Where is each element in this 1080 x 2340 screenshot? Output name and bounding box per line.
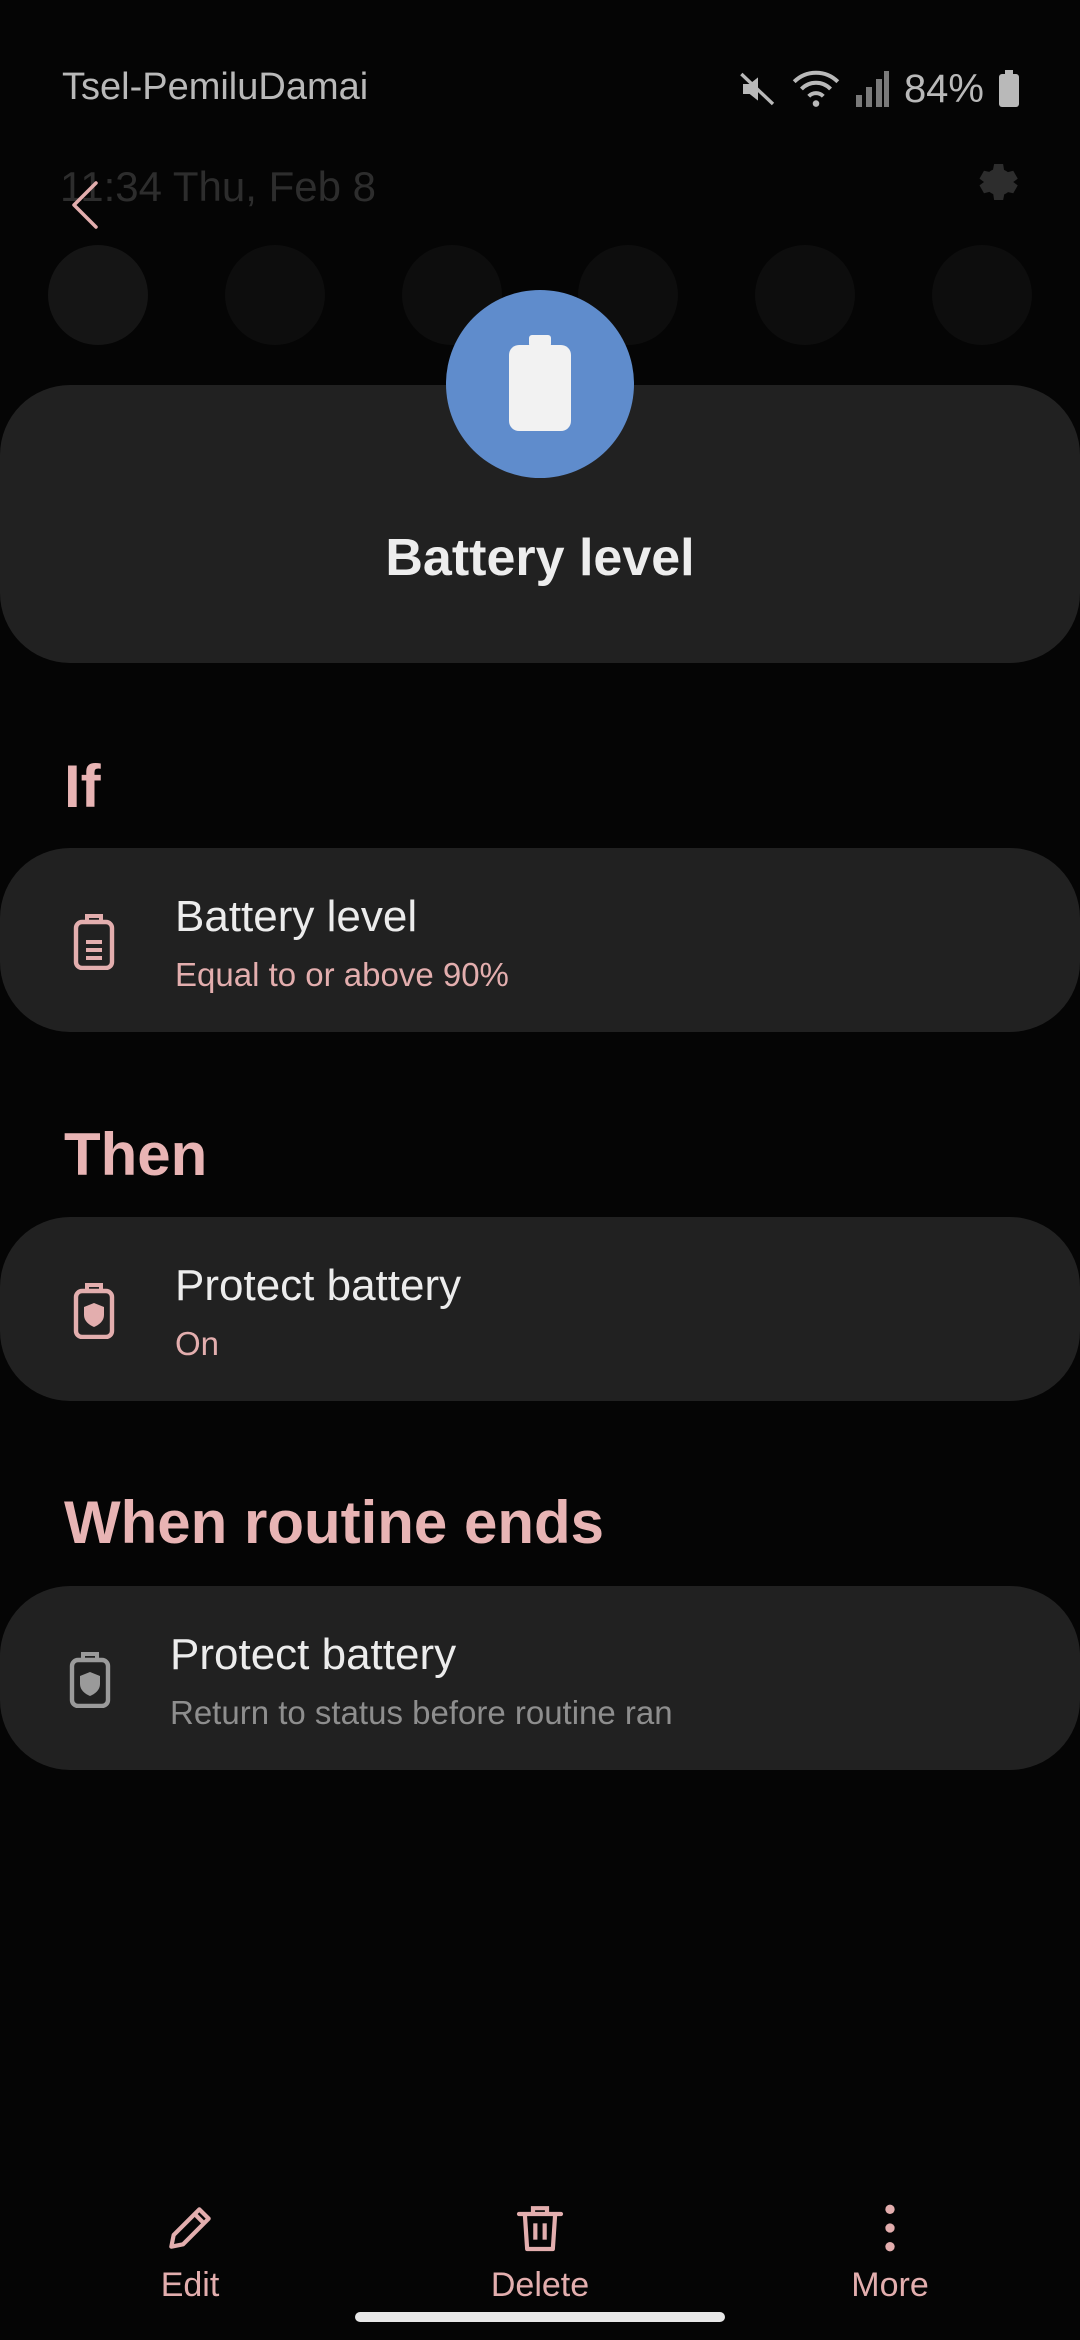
routine-ends-card-title: Protect battery (170, 1630, 457, 1679)
then-action-card[interactable]: Protect battery On (0, 1217, 1080, 1401)
wifi-icon (792, 70, 840, 107)
battery-percent: 84% (903, 66, 984, 111)
routine-title: Battery level (385, 529, 695, 587)
if-card-title: Battery level (175, 892, 418, 941)
more-label: More (851, 2266, 929, 2304)
mute-icon (740, 72, 775, 106)
then-card-title: Protect battery (175, 1261, 462, 1310)
routine-ends-card-subtitle: Return to status before routine ran (170, 1694, 673, 1731)
status-bar: Tsel-PemiluDamai 84% (0, 0, 1080, 130)
routine-ends-section-heading: When routine ends (64, 1489, 604, 1556)
battery-icon (999, 70, 1019, 107)
background-quick-panel: 11:34 Thu, Feb 8 (60, 155, 1020, 215)
protect-battery-icon (69, 1652, 111, 1708)
battery-level-icon (73, 914, 115, 970)
more-vertical-icon (885, 2204, 895, 2252)
trash-icon (516, 2206, 564, 2252)
battery-icon (509, 335, 571, 431)
home-indicator[interactable] (355, 2312, 725, 2322)
routine-icon (446, 290, 634, 478)
bluetooth-toggle-ghost (755, 245, 856, 345)
if-section-heading: If (64, 753, 101, 820)
if-condition-card[interactable]: Battery level Equal to or above 90% (0, 848, 1080, 1032)
status-icons: 84% (738, 64, 1020, 114)
routine-ends-card[interactable]: Protect battery Return to status before … (0, 1586, 1080, 1770)
carrier-name: Tsel-PemiluDamai (62, 66, 369, 108)
routine-detail-screen: Tsel-PemiluDamai 84% 11:34 Thu, Feb 8 Ba… (0, 0, 1080, 2340)
if-card-subtitle: Equal to or above 90% (175, 956, 509, 993)
pencil-icon (169, 2207, 211, 2249)
edit-label: Edit (160, 2266, 220, 2304)
wifi-toggle-ghost (48, 245, 148, 345)
sound-toggle-ghost (931, 245, 1032, 345)
then-card-subtitle: On (175, 1325, 220, 1362)
more-button[interactable]: More (770, 2200, 1010, 2310)
signal-icon (855, 71, 889, 107)
data-toggle-ghost (224, 245, 325, 345)
edit-button[interactable]: Edit (70, 2200, 310, 2310)
delete-label: Delete (490, 2266, 590, 2304)
protect-battery-icon (73, 1283, 115, 1339)
bottom-action-bar: Edit Delete More (0, 2200, 1080, 2320)
then-section-heading: Then (64, 1121, 208, 1188)
back-button[interactable] (56, 175, 116, 235)
gear-icon (979, 164, 1018, 200)
delete-button[interactable]: Delete (420, 2200, 660, 2310)
